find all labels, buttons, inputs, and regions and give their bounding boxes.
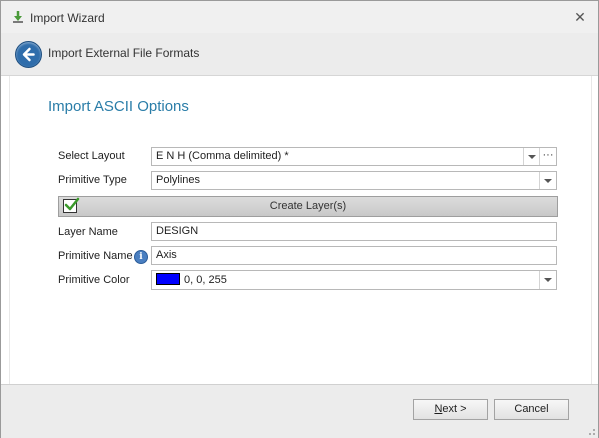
primitive-type-dropdown[interactable]: Polylines xyxy=(151,171,557,190)
window-title: Import Wizard xyxy=(30,11,105,25)
info-icon[interactable]: i xyxy=(134,250,148,264)
cancel-button[interactable]: Cancel xyxy=(494,399,569,420)
primitive-name-value: Axis xyxy=(156,249,177,261)
resize-grip-icon[interactable] xyxy=(586,426,596,436)
layer-name-value: DESIGN xyxy=(156,225,199,237)
wizard-step-title: Import External File Formats xyxy=(48,46,200,60)
select-layout-dropdown[interactable]: E N H (Comma delimited) * ··· xyxy=(151,147,557,166)
primitive-color-chevron-down-icon[interactable] xyxy=(539,271,556,289)
wizard-header: Import External File Formats xyxy=(1,33,598,76)
select-layout-chevron-down-icon[interactable] xyxy=(523,148,540,165)
primitive-type-value: Polylines xyxy=(156,174,201,186)
import-wizard-icon xyxy=(11,10,25,24)
title-bar: Import Wizard ✕ xyxy=(1,1,598,33)
select-layout-label: Select Layout xyxy=(58,150,125,162)
select-layout-value: E N H (Comma delimited) * xyxy=(156,150,289,162)
layer-name-label: Layer Name xyxy=(58,226,118,238)
back-button[interactable] xyxy=(15,41,42,68)
primitive-color-dropdown[interactable]: 0, 0, 255 xyxy=(151,270,557,290)
next-label-rest: ext > xyxy=(442,403,467,415)
import-wizard-window: Import Wizard ✕ Import External File For… xyxy=(0,0,599,438)
create-layers-toggle[interactable]: Create Layer(s) xyxy=(58,196,558,217)
primitive-name-label: Primitive Name xyxy=(58,250,133,262)
wizard-footer: Next > Cancel xyxy=(1,384,598,438)
next-button[interactable]: Next > xyxy=(413,399,488,420)
color-swatch xyxy=(156,273,180,286)
primitive-type-label: Primitive Type xyxy=(58,174,127,186)
create-layers-label: Create Layer(s) xyxy=(269,200,347,212)
layer-name-input[interactable]: DESIGN xyxy=(151,222,557,241)
primitive-color-label: Primitive Color xyxy=(58,274,130,286)
primitive-color-value: 0, 0, 255 xyxy=(184,274,227,286)
section-title: Import ASCII Options xyxy=(48,98,189,115)
primitive-name-input[interactable]: Axis xyxy=(151,246,557,265)
select-layout-more-button[interactable]: ··· xyxy=(539,148,556,165)
primitive-type-chevron-down-icon[interactable] xyxy=(539,172,556,189)
back-arrow-icon xyxy=(22,47,35,62)
close-icon[interactable]: ✕ xyxy=(572,9,588,25)
